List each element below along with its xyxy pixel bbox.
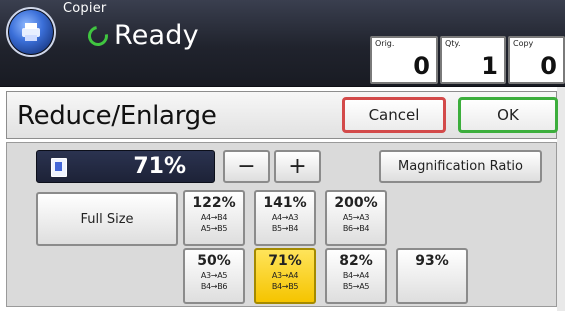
preset-percent: 71%	[268, 253, 302, 269]
preset-82-button[interactable]: 82% B4→A4 B5→A5	[325, 248, 387, 304]
preset-percent: 50%	[197, 253, 231, 269]
preset-percent: 141%	[263, 195, 307, 211]
preset-size-line: A3→A4	[271, 271, 299, 280]
title-bar: Reduce/Enlarge Cancel OK	[6, 91, 558, 139]
preset-200-button[interactable]: 200% A5→A3 B6→B4	[325, 190, 387, 246]
original-counter-value: 0	[413, 52, 430, 80]
preset-size-line: B4→A4	[342, 271, 370, 280]
ok-button[interactable]: OK	[458, 97, 558, 133]
preset-size-line: B5→A5	[342, 282, 370, 291]
status-text: Ready	[114, 20, 199, 51]
app-name: Copier	[63, 1, 107, 16]
preset-percent: 93%	[415, 253, 449, 269]
preset-size-line: A4→B4	[200, 213, 228, 222]
quantity-counter: Qty. 1	[440, 36, 506, 84]
quantity-counter-label: Qty.	[445, 39, 461, 48]
quantity-counter-value: 1	[481, 52, 498, 80]
preset-percent: 82%	[339, 253, 373, 269]
magnification-ratio-button[interactable]: Magnification Ratio	[379, 150, 542, 183]
preset-size-line: A5→B5	[200, 224, 228, 233]
preset-size-line: B4→B6	[200, 282, 228, 291]
preset-122-button[interactable]: 122% A4→B4 A5→B5	[183, 190, 245, 246]
full-size-button[interactable]: Full Size	[36, 192, 178, 246]
document-icon	[51, 158, 67, 177]
preset-141-button[interactable]: 141% A4→A3 B5→B4	[254, 190, 316, 246]
cancel-button[interactable]: Cancel	[342, 97, 446, 133]
copier-app-icon[interactable]	[6, 7, 56, 57]
copy-counter: Copy 0	[508, 36, 565, 84]
current-ratio-display: 71%	[36, 150, 215, 183]
decrease-ratio-button[interactable]: −	[223, 150, 270, 183]
ready-icon	[84, 21, 112, 50]
preset-size-line: B4→B5	[271, 282, 299, 291]
preset-71-button[interactable]: 71% A3→A4 B4→B5	[254, 248, 316, 304]
copy-counter-label: Copy	[513, 39, 534, 48]
copy-counter-value: 0	[540, 52, 557, 80]
header-bar: Copier Ready Orig. 0 Qty. 1 Copy 0	[0, 0, 565, 87]
increase-ratio-button[interactable]: +	[274, 150, 321, 183]
preset-size-line: A4→A3	[271, 213, 299, 222]
preset-93-button[interactable]: 93%	[396, 248, 468, 304]
page-title: Reduce/Enlarge	[17, 101, 217, 131]
preset-size-line: B6→B4	[342, 224, 370, 233]
status-indicator: Ready	[84, 20, 199, 51]
preset-size-line: B5→B4	[271, 224, 299, 233]
current-ratio-value: 71%	[133, 154, 186, 179]
original-counter-label: Orig.	[375, 39, 395, 48]
original-counter: Orig. 0	[370, 36, 438, 84]
copier-screen: Copier Ready Orig. 0 Qty. 1 Copy 0 Reduc…	[0, 0, 565, 311]
copier-icon-glyph	[22, 23, 40, 41]
preset-percent: 200%	[334, 195, 378, 211]
preset-50-button[interactable]: 50% A3→A5 B4→B6	[183, 248, 245, 304]
preset-size-line: A5→A3	[342, 213, 370, 222]
preset-percent: 122%	[192, 195, 236, 211]
preset-size-line: A3→A5	[200, 271, 228, 280]
